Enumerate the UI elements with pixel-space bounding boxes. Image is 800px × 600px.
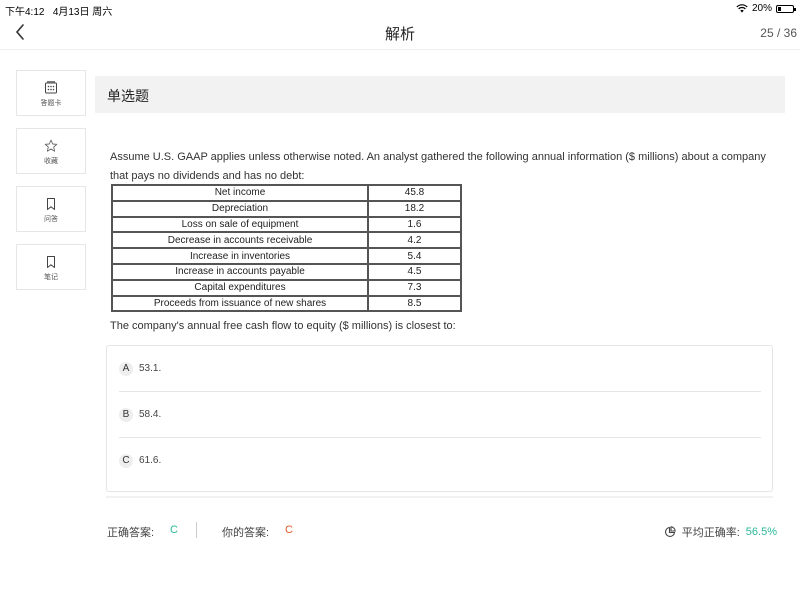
table-cell-value: 5.4 bbox=[367, 247, 462, 265]
option-a[interactable]: A 53.1. bbox=[119, 346, 761, 392]
table-cell-value: 8.5 bbox=[367, 294, 462, 313]
section-title: 单选题 bbox=[107, 88, 149, 104]
sidebar-item-label: 答题卡 bbox=[40, 100, 62, 107]
table-cell-label: Capital expenditures bbox=[111, 278, 369, 297]
answer-summary: 正确答案: C 你的答案: C 平均正确率: 56.5% bbox=[107, 522, 777, 540]
status-right: 20% bbox=[736, 3, 796, 14]
table-cell-label: Depreciation bbox=[111, 199, 369, 218]
table-row: Increase in accounts payable 4.5 bbox=[111, 262, 462, 281]
option-c[interactable]: C 61.6. bbox=[119, 438, 761, 484]
table-row: Proceeds from issuance of new shares 8.5 bbox=[111, 294, 462, 313]
table-row: Net income 45.8 bbox=[111, 184, 462, 202]
table-cell-label: Decrease in accounts receivable bbox=[111, 231, 369, 250]
average-accuracy: 平均正确率: 56.5% bbox=[664, 524, 777, 540]
page-title: 解析 bbox=[384, 26, 415, 43]
table-cell-label: Net income bbox=[111, 184, 369, 202]
battery-fill bbox=[778, 6, 781, 11]
answer-card-icon bbox=[45, 81, 57, 94]
question-data-table: Net income 45.8 Depreciation 18.2 Loss on … bbox=[111, 184, 462, 313]
table-row: Increase in inventories 5.4 bbox=[111, 247, 462, 265]
bookmark-icon bbox=[47, 198, 55, 210]
table-cell-value: 45.8 bbox=[367, 184, 462, 202]
sidebar-item-label: 笔记 bbox=[44, 274, 58, 281]
table-row: Capital expenditures 7.3 bbox=[111, 278, 462, 297]
option-letter: B bbox=[119, 408, 133, 422]
table-cell-label: Increase in accounts payable bbox=[111, 262, 369, 281]
table-row: Loss on sale of equipment 1.6 bbox=[111, 215, 462, 234]
table-cell-value: 18.2 bbox=[367, 199, 462, 218]
star-icon bbox=[44, 139, 58, 152]
table-cell-label: Increase in inventories bbox=[111, 247, 369, 265]
status-bar: 下午4:12 4月13日 周六 20% bbox=[0, 0, 800, 18]
option-letter: C bbox=[119, 454, 133, 468]
table-cell-value: 4.2 bbox=[367, 231, 462, 250]
sidebar-item-answer-card[interactable]: 答题卡 bbox=[16, 70, 86, 116]
nav-bar: 解析 25 / 36 bbox=[0, 16, 800, 50]
table-cell-value: 4.5 bbox=[367, 262, 462, 281]
correct-answer-value: C bbox=[170, 524, 178, 536]
average-accuracy-value: 56.5% bbox=[745, 526, 777, 538]
table-row: Decrease in accounts receivable 4.2 bbox=[111, 231, 462, 250]
sidebar-item-label: 收藏 bbox=[44, 158, 58, 165]
sidebar-item-label: 问答 bbox=[44, 216, 58, 223]
wifi-icon bbox=[736, 4, 748, 13]
option-text: 61.6. bbox=[139, 455, 162, 466]
question-text: Assume U.S. GAAP applies unless otherwis… bbox=[110, 151, 766, 182]
bookmark-icon bbox=[47, 256, 55, 268]
divider bbox=[106, 496, 773, 498]
table-row: Depreciation 18.2 bbox=[111, 199, 462, 218]
option-text: 58.4. bbox=[139, 409, 162, 420]
question-counter: 25 / 36 bbox=[760, 26, 797, 40]
sidebar: 答题卡 收藏 问答 笔记 bbox=[16, 70, 86, 302]
my-answer-value: C bbox=[285, 524, 293, 536]
option-text: 53.1. bbox=[139, 363, 162, 374]
battery-icon bbox=[776, 4, 796, 13]
sidebar-item-favorite[interactable]: 收藏 bbox=[16, 128, 86, 174]
option-letter: A bbox=[119, 362, 133, 376]
my-answer-label: 你的答案: bbox=[222, 527, 270, 539]
table-cell-value: 1.6 bbox=[367, 215, 462, 234]
pie-chart-icon bbox=[664, 526, 676, 538]
correct-answer-label: 正确答案: bbox=[107, 527, 155, 539]
divider bbox=[196, 522, 197, 538]
battery-percent: 20% bbox=[751, 3, 772, 14]
table-cell-label: Loss on sale of equipment bbox=[111, 215, 369, 234]
options-panel: A 53.1. B 58.4. C 61.6. bbox=[106, 345, 773, 492]
option-b[interactable]: B 58.4. bbox=[119, 392, 761, 438]
question-prompt: The company's annual free cash flow to e… bbox=[110, 320, 456, 332]
sidebar-item-notes[interactable]: 笔记 bbox=[16, 244, 86, 290]
sidebar-item-qa[interactable]: 问答 bbox=[16, 186, 86, 232]
section-header: 单选题 bbox=[95, 76, 785, 113]
table-cell-label: Proceeds from issuance of new shares bbox=[111, 294, 369, 313]
table-cell-value: 7.3 bbox=[367, 278, 462, 297]
average-accuracy-label: 平均正确率: bbox=[681, 527, 740, 539]
